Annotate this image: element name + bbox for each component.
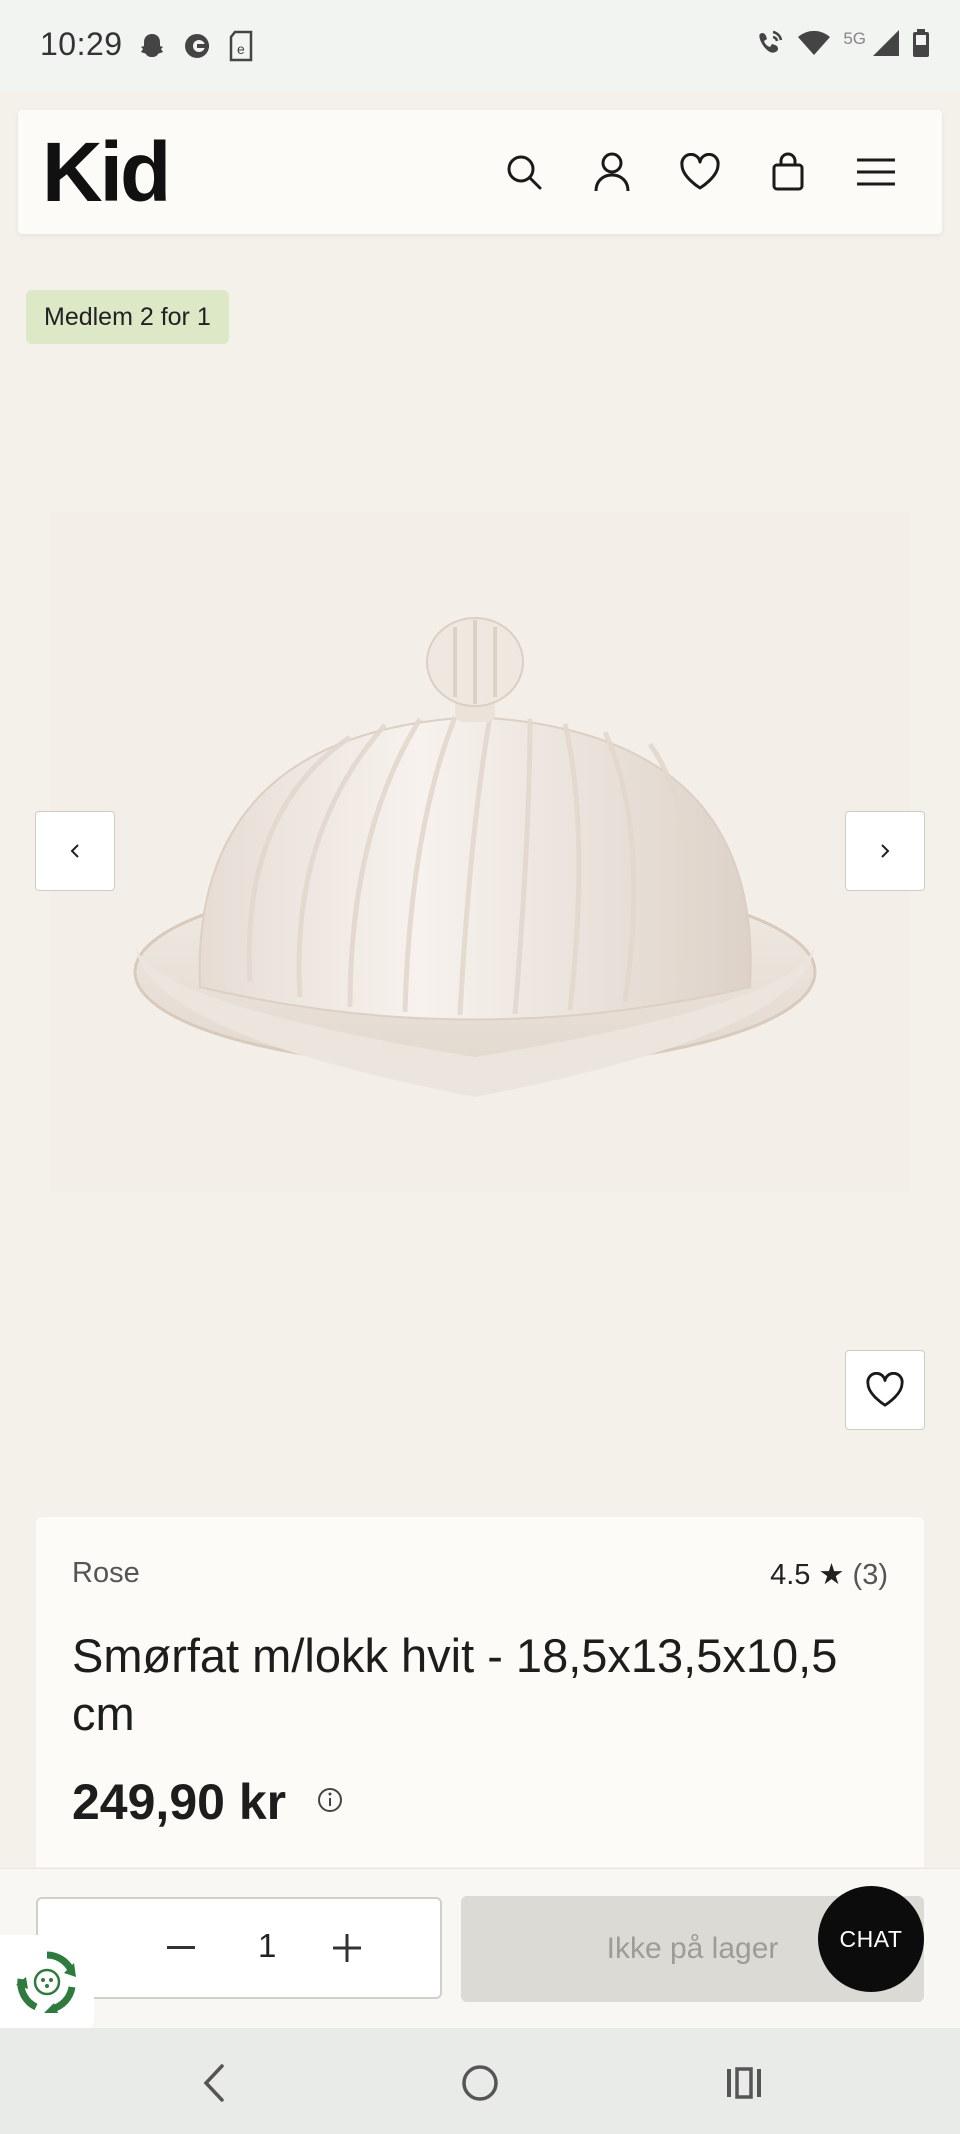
next-image-button[interactable] xyxy=(845,811,925,891)
product-brand[interactable]: Rose xyxy=(72,1557,140,1590)
site-logo[interactable]: Kid xyxy=(42,124,171,221)
sync-icon xyxy=(183,32,211,65)
quantity-value[interactable]: 1 xyxy=(258,1927,276,1965)
recents-icon[interactable] xyxy=(720,2058,770,2108)
purchase-bar: 1 Ikke på lager xyxy=(0,1868,960,2028)
back-icon[interactable] xyxy=(190,2058,240,2108)
decrease-quantity-button[interactable] xyxy=(156,1923,206,1973)
product-price: 249,90 kr xyxy=(72,1774,287,1830)
product-info-card: Rose 4.5 ★ (3) Smørfat m/lokk hvit - 18,… xyxy=(36,1517,924,1867)
site-header: Kid xyxy=(18,110,942,234)
android-navigation-bar xyxy=(0,2028,960,2134)
document-icon: e xyxy=(227,30,255,67)
quantity-stepper: 1 xyxy=(36,1897,442,1999)
price-info-icon[interactable] xyxy=(316,1786,344,1819)
menu-icon[interactable] xyxy=(852,148,900,196)
account-icon[interactable] xyxy=(588,148,636,196)
network-label: 5G xyxy=(843,28,866,48)
product-rating[interactable]: 4.5 ★ (3) xyxy=(770,1557,888,1592)
status-right-icons: 5G xyxy=(755,28,930,63)
minus-icon xyxy=(167,1946,195,1949)
status-time: 10:29 xyxy=(40,26,123,62)
chevron-right-icon xyxy=(881,844,890,858)
wifi-call-icon xyxy=(755,28,785,63)
bag-icon[interactable] xyxy=(764,148,812,196)
chat-button[interactable]: CHAT xyxy=(818,1886,924,1992)
heart-icon xyxy=(866,1372,904,1407)
svg-text:e: e xyxy=(237,41,245,57)
chevron-left-icon xyxy=(70,844,79,858)
home-icon[interactable] xyxy=(455,2058,505,2108)
prev-image-button[interactable] xyxy=(35,811,115,891)
status-bar: 10:29 e 5G xyxy=(0,0,960,92)
member-offer-badge: Medlem 2 for 1 xyxy=(26,290,229,344)
rating-value: 4.5 ★ xyxy=(770,1559,845,1591)
wifi-icon xyxy=(797,29,831,62)
recycle-icon xyxy=(16,1951,76,2013)
butter-dish-illustration xyxy=(133,617,817,1097)
price-row: 249,90 kr xyxy=(72,1773,344,1831)
product-image[interactable] xyxy=(50,512,910,1192)
status-left-icons: e xyxy=(137,30,255,67)
battery-icon xyxy=(912,28,930,63)
wishlist-heart-icon[interactable] xyxy=(676,148,724,196)
increase-quantity-button[interactable] xyxy=(322,1923,372,1973)
product-title: Smørfat m/lokk hvit - 18,5x13,5x10,5 cm xyxy=(72,1629,838,1740)
rating-count: (3) xyxy=(852,1559,888,1591)
search-icon[interactable] xyxy=(500,148,548,196)
plus-icon xyxy=(333,1934,361,1962)
snapchat-icon xyxy=(137,31,167,66)
add-to-favorites-button[interactable] xyxy=(845,1350,925,1430)
recycle-widget[interactable] xyxy=(0,1935,94,2029)
signal-icon xyxy=(872,29,900,62)
